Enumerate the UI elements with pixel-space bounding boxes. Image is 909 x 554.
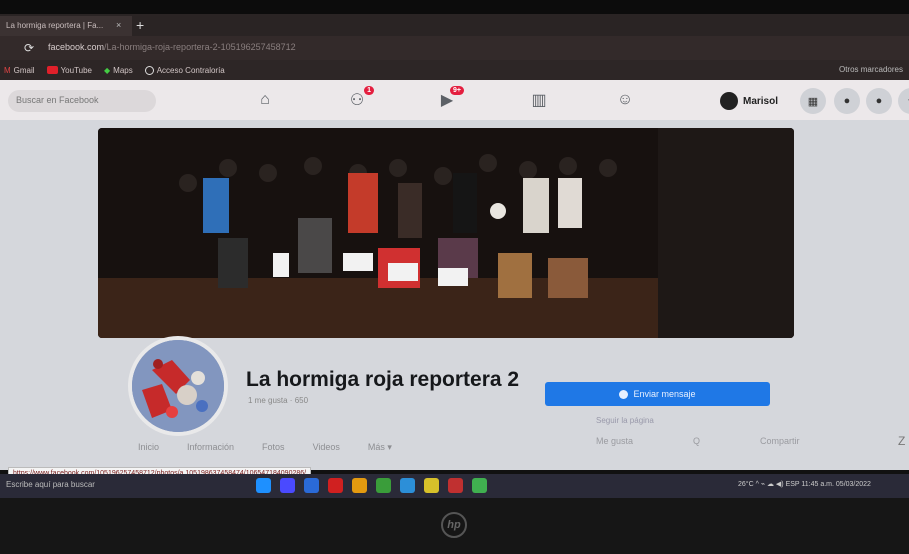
page-content: La hormiga roja reportera 2 1 me gusta ·… <box>0 120 909 481</box>
globe-icon <box>144 65 154 75</box>
bookmark-contraloria[interactable]: Acceso Contraloría <box>144 65 225 75</box>
taskbar-app-icon[interactable] <box>304 478 319 493</box>
bookmark-gmail[interactable]: M Gmail <box>4 66 35 75</box>
page-profile-picture[interactable] <box>128 336 228 436</box>
taskbar-app-icon[interactable] <box>280 478 295 493</box>
tab-videos[interactable]: Videos <box>313 442 340 453</box>
taskbar-app-icon[interactable] <box>328 478 343 493</box>
send-message-button[interactable]: Enviar mensaje <box>545 382 770 406</box>
taskbar-app-icon[interactable] <box>352 478 367 493</box>
monitor-bezel-top <box>0 0 909 14</box>
watch-icon[interactable]: ▶ 9+ <box>436 86 464 110</box>
system-tray[interactable]: 26°C ^ ⌁ ☁ ◀) ESP 11:45 a.m. 05/03/2022 <box>738 480 871 488</box>
red-ant-logo-image <box>132 340 224 432</box>
tab-inicio[interactable]: Inicio <box>138 442 159 453</box>
tab-more[interactable]: Más ▾ <box>368 442 392 453</box>
follow-page-link[interactable]: Seguir la página <box>596 416 654 425</box>
hp-logo: hp <box>441 512 467 538</box>
avatar <box>720 92 738 110</box>
youtube-icon <box>46 66 58 74</box>
url-domain: facebook.com <box>48 42 105 52</box>
friends-icon[interactable]: ⚇ 1 <box>346 86 374 110</box>
more-options[interactable]: Z <box>898 434 905 448</box>
taskbar-app-icon[interactable] <box>424 478 439 493</box>
tab-close-icon[interactable]: × <box>116 20 121 30</box>
page-title: La hormiga roja reportera 2 <box>246 368 520 391</box>
other-bookmarks[interactable]: Otros marcadores <box>839 65 903 74</box>
taskbar-search[interactable]: Escribe aquí para buscar <box>6 480 95 489</box>
address-bar: ⟳ facebook.com/La-hormiga-roja-reportera… <box>0 36 909 60</box>
bookmark-maps[interactable]: ◆ Maps <box>104 66 133 75</box>
notifications-icon[interactable]: ● <box>866 88 892 114</box>
send-message-label: Enviar mensaje <box>633 389 696 399</box>
home-icon[interactable]: ⌂ <box>254 90 276 110</box>
tab-informacion[interactable]: Información <box>187 442 234 453</box>
menu-icon[interactable]: ▦ <box>800 88 826 114</box>
browser-tab[interactable]: La hormiga reportera | Fa... × <box>0 16 132 36</box>
url-path: /La-hormiga-roja-reportera-2-10519625745… <box>104 42 296 52</box>
friends-badge: 1 <box>364 86 374 95</box>
groups-icon[interactable]: ☺ <box>614 90 636 110</box>
cover-photo[interactable] <box>98 128 794 338</box>
profile-name: Marisol <box>743 95 779 107</box>
page-tabs: Inicio Información Fotos Videos Más ▾ <box>138 442 392 453</box>
tab-fotos[interactable]: Fotos <box>262 442 285 453</box>
facebook-navbar: Buscar en Facebook ⌂ ⚇ 1 ▶ 9+ ▥ ☺ Mariso… <box>0 80 909 120</box>
search-input[interactable]: Buscar en Facebook <box>8 90 156 112</box>
new-tab-button[interactable]: + <box>136 17 144 33</box>
messenger-icon <box>619 389 629 399</box>
taskbar-app-icon[interactable] <box>472 478 487 493</box>
bookmarks-bar: M Gmail YouTube ◆ Maps Acceso Contraloría … <box>0 60 909 80</box>
like-button[interactable]: Me gusta <box>596 436 633 446</box>
account-icon[interactable]: ▾ <box>898 88 909 114</box>
bookmark-youtube[interactable]: YouTube <box>46 66 92 75</box>
page-subtitle: 1 me gusta · 650 <box>248 396 309 405</box>
marketplace-icon[interactable]: ▥ <box>528 90 550 110</box>
windows-taskbar: Escribe aquí para buscar 26°C ^ ⌁ ☁ ◀) E… <box>0 474 909 498</box>
taskbar-app-icon[interactable] <box>400 478 415 493</box>
tab-title: La hormiga reportera | Fa... <box>6 21 104 30</box>
browser-tab-bar: La hormiga reportera | Fa... × + <box>0 14 909 36</box>
messenger-icon[interactable]: ● <box>834 88 860 114</box>
profile-chip[interactable]: Marisol <box>720 90 778 112</box>
watch-badge: 9+ <box>450 86 464 95</box>
share-button[interactable]: Compartir <box>760 436 800 446</box>
taskbar-app-icon[interactable] <box>256 478 271 493</box>
search-page-button[interactable]: Q <box>693 436 700 446</box>
reload-icon[interactable]: ⟳ <box>24 41 34 55</box>
taskbar-app-icon[interactable] <box>448 478 463 493</box>
taskbar-apps <box>256 478 487 493</box>
group-photo-image <box>98 128 794 338</box>
page-action-buttons: Me gusta Q Compartir <box>596 436 800 446</box>
taskbar-app-icon[interactable] <box>376 478 391 493</box>
url-field[interactable]: facebook.com/La-hormiga-roja-reportera-2… <box>48 42 296 52</box>
